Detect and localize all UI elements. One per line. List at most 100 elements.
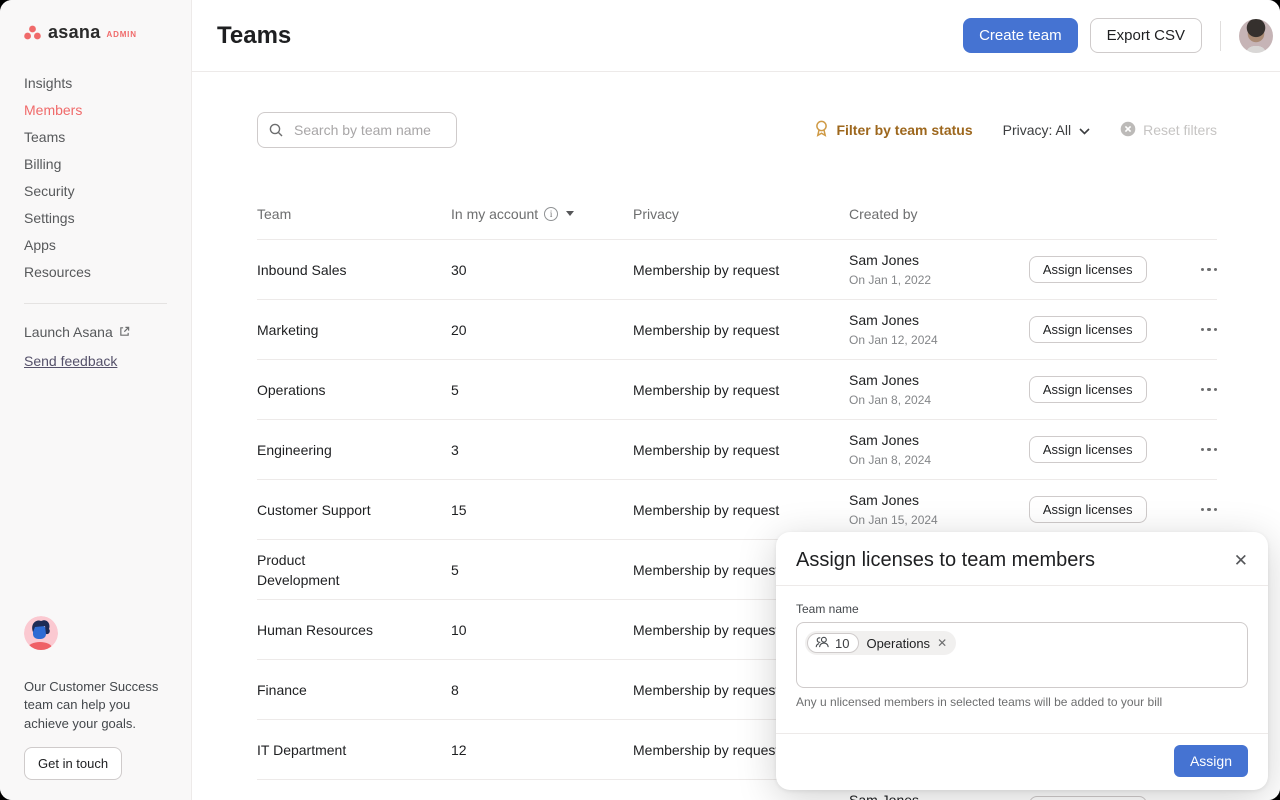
send-feedback-link[interactable]: Send feedback <box>24 353 191 369</box>
member-count: 3 <box>451 442 633 458</box>
member-count: 5 <box>451 382 633 398</box>
overflow-menu-icon[interactable] <box>1201 448 1218 452</box>
sidebar-item-billing[interactable]: Billing <box>24 154 191 181</box>
creator-date: On Jan 15, 2024 <box>849 512 1042 528</box>
users-icon <box>815 636 830 651</box>
assign-licenses-button[interactable]: Assign licenses <box>1029 496 1147 523</box>
team-name[interactable]: Marketing <box>257 320 318 340</box>
table-row: Inbound Sales 30 Membership by request S… <box>257 240 1217 300</box>
privacy-value: Membership by request <box>633 382 849 398</box>
team-name[interactable]: Human Resources <box>257 620 373 640</box>
team-name[interactable]: IT Department <box>257 740 346 760</box>
creator-date: On Jan 12, 2024 <box>849 332 1042 348</box>
privacy-value: Membership by request <box>633 262 849 278</box>
assign-licenses-button[interactable]: Assign licenses <box>1029 376 1147 403</box>
assign-licenses-button[interactable]: Assign licenses <box>1029 256 1147 283</box>
modal-title: Assign licenses to team members <box>796 549 1095 572</box>
user-avatar[interactable] <box>1239 19 1273 53</box>
sidebar-item-apps[interactable]: Apps <box>24 235 191 262</box>
team-name[interactable]: Finance <box>257 680 307 700</box>
filter-team-status[interactable]: Filter by team status <box>814 120 972 140</box>
member-count: 15 <box>451 502 633 518</box>
creator-date: On Jan 8, 2024 <box>849 452 1042 468</box>
member-count: 5 <box>451 562 633 578</box>
creator-name: Sam Jones <box>849 251 1042 270</box>
team-name[interactable]: Engineering <box>257 440 332 460</box>
customer-success-promo: Our Customer Success team can help you a… <box>24 616 174 781</box>
team-name[interactable]: Inbound Sales <box>257 260 347 280</box>
creator-name: Sam Jones <box>849 431 1042 450</box>
privacy-dropdown[interactable]: Privacy: All <box>1003 122 1090 138</box>
header-divider <box>1220 21 1221 51</box>
member-count: 10 <box>451 622 633 638</box>
admin-badge: ADMIN <box>107 30 137 39</box>
page-title: Teams <box>217 22 291 50</box>
sidebar-item-members[interactable]: Members <box>24 100 191 127</box>
column-in-account[interactable]: In my account i <box>451 206 633 222</box>
reset-icon <box>1120 121 1136 140</box>
overflow-menu-icon[interactable] <box>1201 268 1218 272</box>
creator-name: Sam Jones <box>849 371 1042 390</box>
info-icon[interactable]: i <box>544 207 558 221</box>
table-header-row: Team In my account i Privacy Created by <box>257 188 1217 240</box>
team-chip[interactable]: 10 Operations ✕ <box>805 631 956 655</box>
privacy-value: Membership by request <box>633 442 849 458</box>
assign-licenses-button[interactable]: Assign licenses <box>1029 436 1147 463</box>
team-name[interactable]: Customer Support <box>257 500 371 520</box>
column-created-by: Created by <box>849 206 1042 222</box>
search-input[interactable] <box>257 112 457 148</box>
promo-text: Our Customer Success team can help you a… <box>24 678 174 734</box>
overflow-menu-icon[interactable] <box>1201 328 1218 332</box>
member-count: 12 <box>451 742 633 758</box>
sidebar-item-resources[interactable]: Resources <box>24 262 191 289</box>
remove-chip-icon[interactable]: ✕ <box>937 636 947 650</box>
assign-licenses-button[interactable]: Assign licenses <box>1029 316 1147 343</box>
launch-asana-link[interactable]: Launch Asana <box>24 324 191 340</box>
get-in-touch-button[interactable]: Get in touch <box>24 747 122 780</box>
main-content: Teams Create team Export CSV <box>192 0 1280 800</box>
creator-date: On Jan 8, 2024 <box>849 392 1042 408</box>
assign-licenses-button[interactable]: Assign licenses <box>1029 796 1147 800</box>
modal-helper-text: Any u nlicensed members in selected team… <box>796 695 1248 709</box>
brand-wordmark: asana <box>48 22 101 43</box>
reset-filters-button[interactable]: Reset filters <box>1120 121 1217 140</box>
sidebar-nav: Insights Members Teams Billing Security … <box>0 43 191 289</box>
table-row: Engineering 3 Membership by request Sam … <box>257 420 1217 480</box>
creator-name: Sam Jones <box>849 491 1042 510</box>
filter-bar: Filter by team status Privacy: All Reset… <box>192 72 1280 148</box>
asana-logo[interactable]: asana ADMIN <box>0 0 191 43</box>
table-row: Customer Support 15 Membership by reques… <box>257 480 1217 540</box>
export-csv-button[interactable]: Export CSV <box>1090 18 1202 53</box>
team-name[interactable]: Product Development <box>257 550 383 590</box>
create-team-button[interactable]: Create team <box>963 18 1078 53</box>
assign-licenses-modal: Assign licenses to team members ✕ Team n… <box>776 532 1268 790</box>
sidebar-item-settings[interactable]: Settings <box>24 208 191 235</box>
sidebar-item-teams[interactable]: Teams <box>24 127 191 154</box>
table-row: Marketing 20 Membership by request Sam J… <box>257 300 1217 360</box>
creator-name: Sam Jones <box>849 791 1042 800</box>
team-name[interactable]: Operations <box>257 380 325 400</box>
page-header: Teams Create team Export CSV <box>192 0 1280 72</box>
search-icon <box>268 122 284 143</box>
column-privacy: Privacy <box>633 206 849 222</box>
sidebar: asana ADMIN Insights Members Teams Billi… <box>0 0 192 800</box>
badge-icon <box>814 120 829 140</box>
overflow-menu-icon[interactable] <box>1201 388 1218 392</box>
admin-console: asana ADMIN Insights Members Teams Billi… <box>0 0 1280 800</box>
sort-caret-icon <box>566 211 574 216</box>
member-count: 20 <box>451 322 633 338</box>
privacy-value: Membership by request <box>633 322 849 338</box>
sidebar-item-insights[interactable]: Insights <box>24 73 191 100</box>
creator-date: On Jan 1, 2022 <box>849 272 1042 288</box>
member-count: 8 <box>451 682 633 698</box>
member-count: 30 <box>451 262 633 278</box>
assign-button[interactable]: Assign <box>1174 745 1248 777</box>
close-icon[interactable]: ✕ <box>1234 552 1248 569</box>
overflow-menu-icon[interactable] <box>1201 508 1218 512</box>
asana-logo-icon <box>24 25 41 40</box>
team-name-input[interactable]: 10 Operations ✕ <box>796 622 1248 688</box>
chip-label: Operations <box>866 636 930 651</box>
privacy-value: Membership by request <box>633 502 849 518</box>
member-count-pill: 10 <box>807 633 859 653</box>
sidebar-item-security[interactable]: Security <box>24 181 191 208</box>
